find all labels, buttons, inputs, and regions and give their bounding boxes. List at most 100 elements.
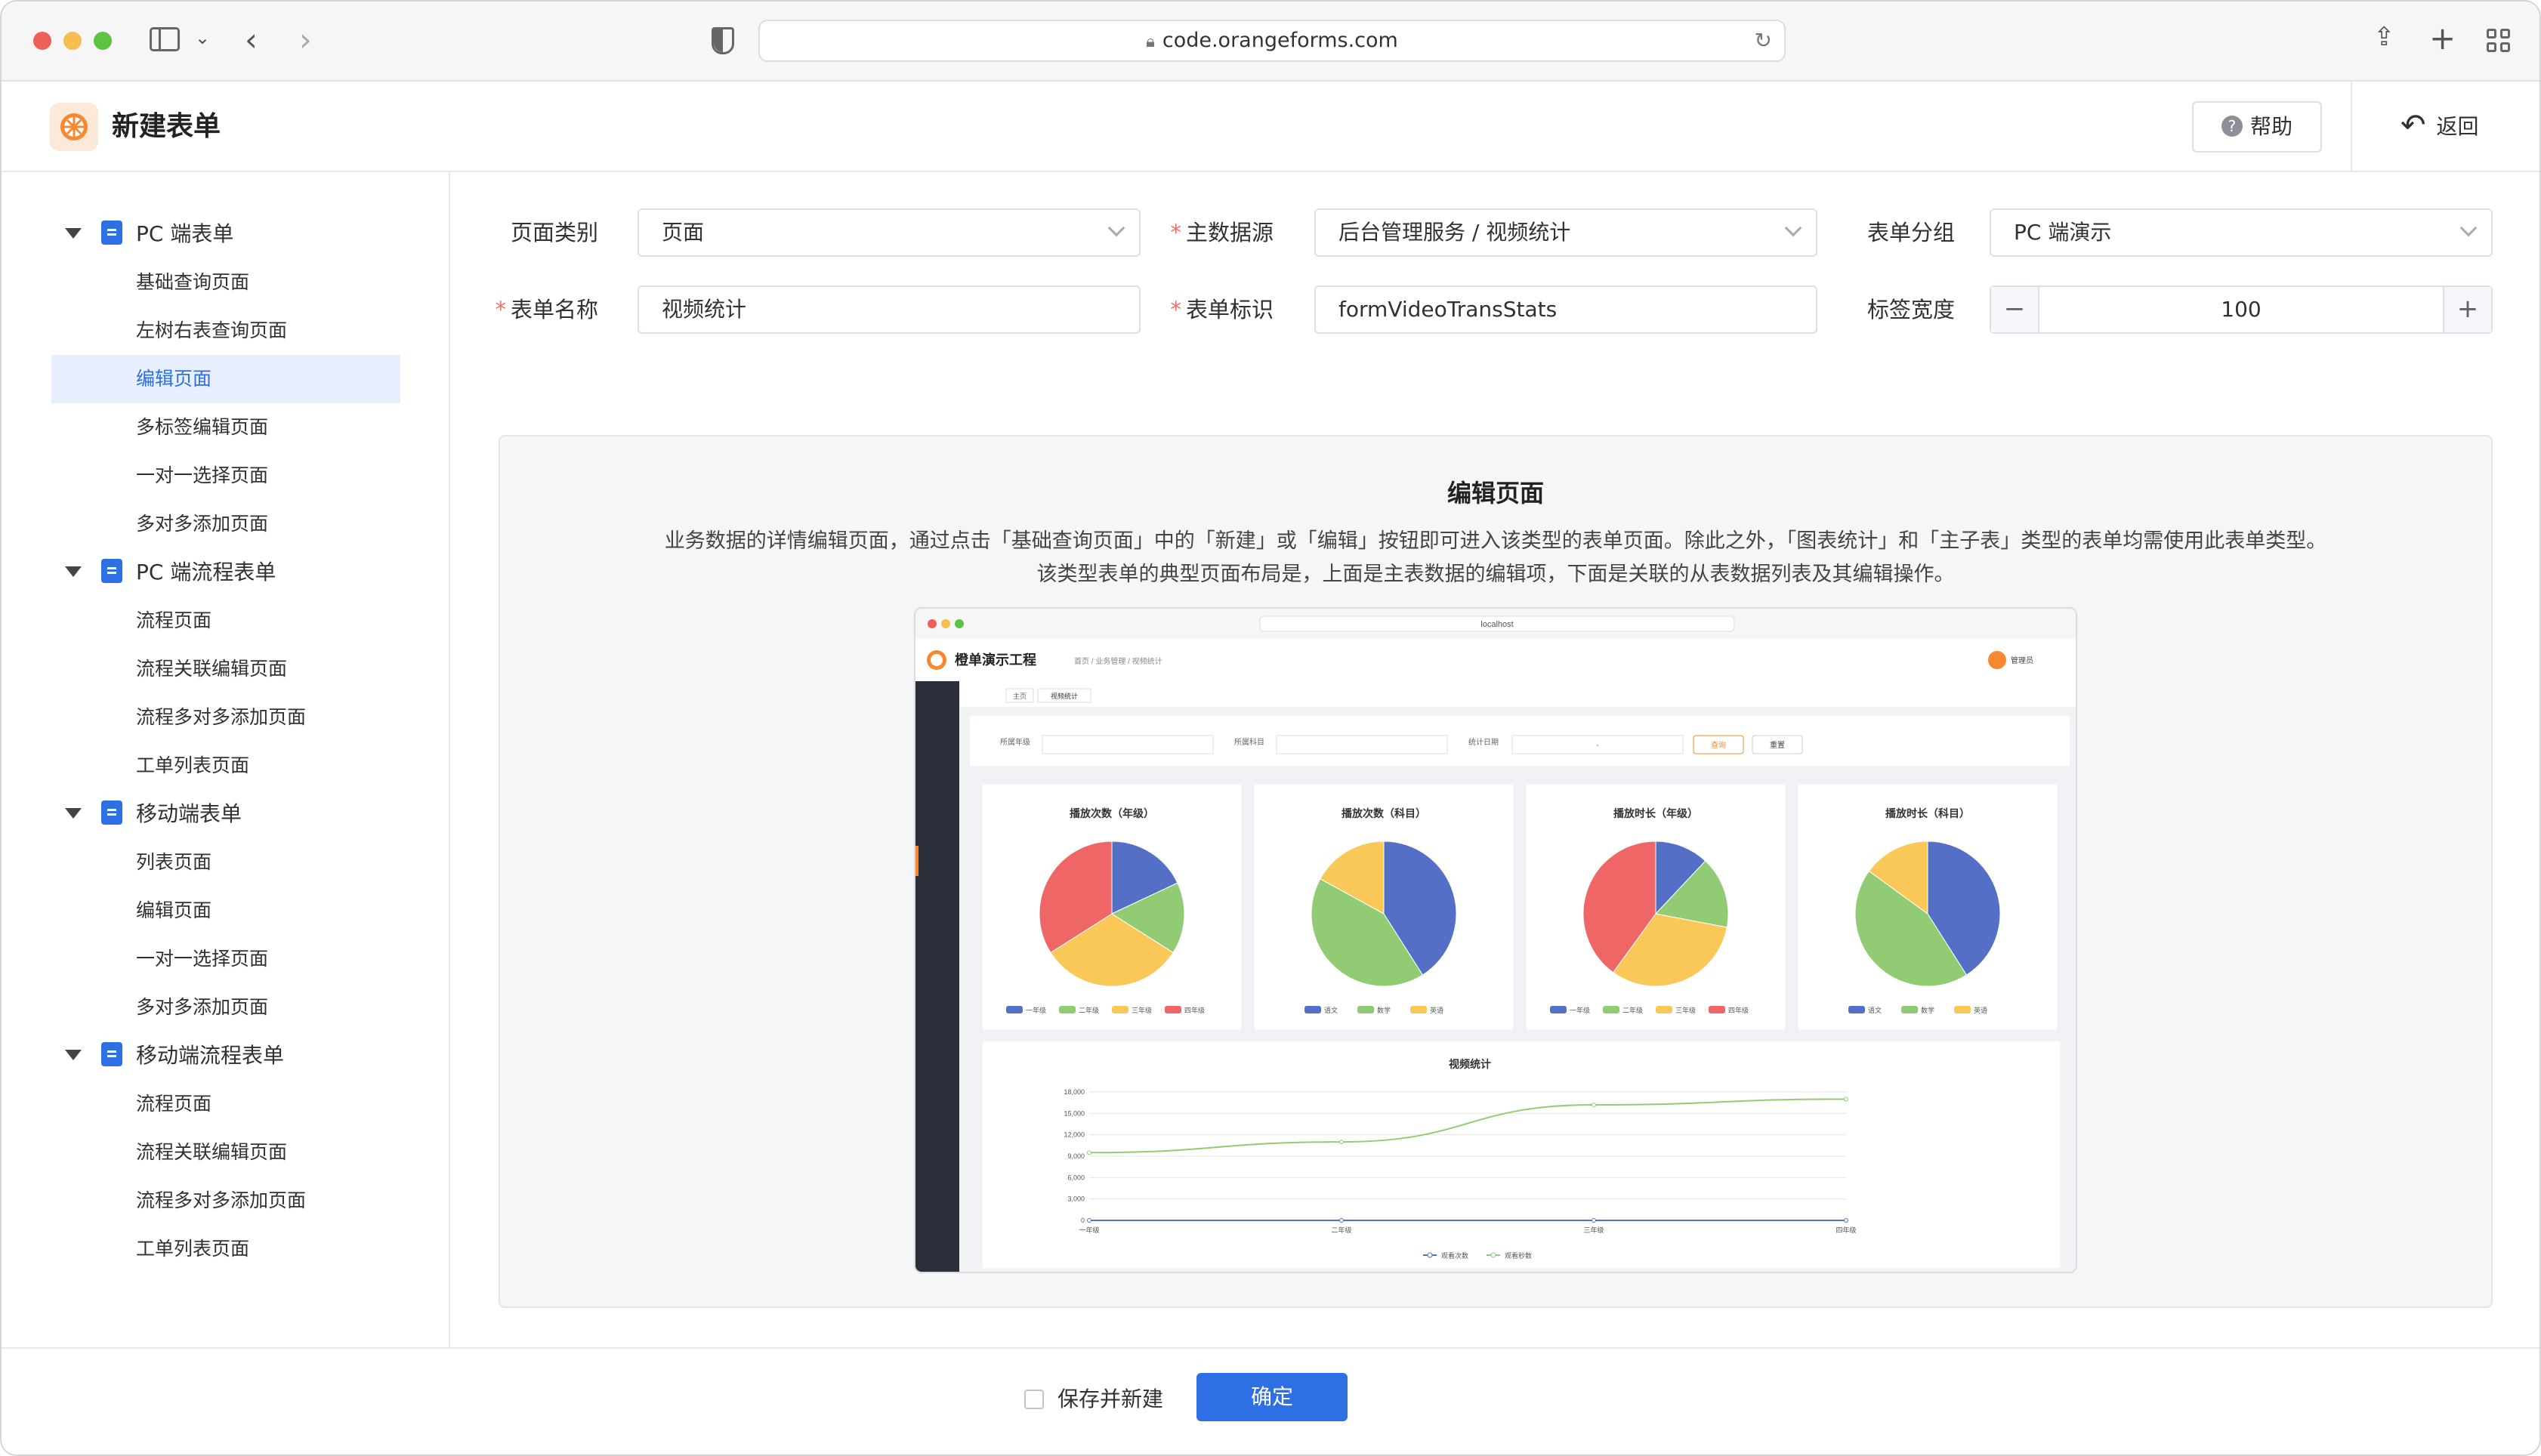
minimize-window-button[interactable] bbox=[63, 32, 82, 50]
document-icon bbox=[101, 1042, 122, 1066]
chevron-down-icon bbox=[1784, 219, 1802, 237]
mock-legend-swatch bbox=[1709, 1006, 1725, 1013]
lock-icon: 🔒︎ bbox=[1146, 32, 1155, 51]
mock-date-separator: - bbox=[1596, 742, 1598, 750]
mock-breadcrumb: 首页 / 业务管理 / 视频统计 bbox=[1074, 656, 1162, 666]
address-bar[interactable]: 🔒︎ code.orangeforms.com ↻ bbox=[758, 20, 1786, 62]
data-source-select[interactable]: 后台管理服务 / 视频统计 bbox=[1314, 208, 1817, 257]
preview-screenshot: localhost 橙单演示工程 首页 / 业务管理 / 视频统计 管理员 主页… bbox=[914, 607, 2077, 1273]
form-name-label: * 表单名称 bbox=[495, 297, 598, 322]
mock-legend-swatch bbox=[1112, 1006, 1128, 1013]
confirm-button[interactable]: 确定 bbox=[1196, 1373, 1348, 1421]
app-header: 新建表单 ? 帮助 ↶ 返回 bbox=[2, 82, 2539, 172]
mock-legend-swatch bbox=[1165, 1006, 1181, 1013]
browser-toolbar: ⌄ ‹ › 🔒︎ code.orangeforms.com ↻ ⇪ + bbox=[2, 2, 2539, 82]
shield-icon[interactable] bbox=[712, 27, 734, 54]
caret-down-icon[interactable] bbox=[65, 808, 82, 819]
save-new-checkbox[interactable] bbox=[1024, 1390, 1044, 1409]
mock-y-tick: 0 bbox=[1081, 1217, 1085, 1224]
form-type-tree: PC 端表单 基础查询页面 左树右表查询页面 编辑页面 多标签编辑页面 一对一选… bbox=[2, 172, 450, 1347]
caret-down-icon[interactable] bbox=[65, 228, 82, 239]
form-group-select[interactable]: PC 端演示 bbox=[1990, 208, 2493, 257]
tree-item[interactable]: 一对一选择页面 bbox=[51, 935, 400, 983]
tree-item[interactable]: 工单列表页面 bbox=[51, 1225, 400, 1273]
mock-legend-label: 语文 bbox=[1324, 1006, 1338, 1014]
tree-item[interactable]: 列表页面 bbox=[51, 838, 400, 887]
page-type-select[interactable]: 页面 bbox=[638, 208, 1141, 257]
tree-group-pc-form[interactable]: PC 端表单 bbox=[65, 210, 233, 258]
mock-pie-title: 播放次数（科目） bbox=[1342, 807, 1426, 819]
share-icon[interactable]: ⇪ bbox=[2373, 24, 2395, 50]
mock-legend-swatch bbox=[1848, 1006, 1865, 1013]
chevron-down-icon[interactable]: ⌄ bbox=[195, 29, 210, 47]
mock-legend-label: 观看次数 bbox=[1441, 1251, 1468, 1260]
tree-item[interactable]: 流程多对多添加页面 bbox=[51, 693, 400, 742]
mock-filter-label: 统计日期 bbox=[1468, 737, 1499, 747]
sidebar-toggle-icon[interactable] bbox=[150, 27, 180, 51]
preview-description: 该类型表单的典型页面布局是，上面是主表数据的编辑项，下面是关联的从表数据列表及其… bbox=[1036, 563, 1955, 586]
tree-group-mobile-flow[interactable]: 移动端流程表单 bbox=[65, 1032, 284, 1080]
mock-legend-label: 语文 bbox=[1868, 1006, 1882, 1014]
maximize-window-button[interactable] bbox=[94, 32, 112, 50]
mock-filter-label: 所属年级 bbox=[1000, 737, 1030, 747]
mock-legend-swatch bbox=[1656, 1006, 1672, 1013]
forward-nav-icon[interactable]: › bbox=[299, 24, 312, 56]
decrement-button[interactable]: − bbox=[1991, 287, 2039, 332]
mock-legend-swatch bbox=[1490, 1252, 1496, 1258]
tree-item[interactable]: 流程页面 bbox=[51, 597, 400, 645]
mock-y-tick: 18,000 bbox=[1064, 1088, 1085, 1096]
tree-item[interactable]: 多对多添加页面 bbox=[51, 983, 400, 1032]
tree-item[interactable]: 一对一选择页面 bbox=[51, 452, 400, 500]
caret-down-icon[interactable] bbox=[65, 566, 82, 577]
save-new-label[interactable]: 保存并新建 bbox=[1057, 1379, 1163, 1420]
mock-legend-swatch bbox=[1304, 1006, 1321, 1013]
form-group-label: 表单分组 bbox=[1866, 220, 1955, 245]
reload-icon[interactable]: ↻ bbox=[1755, 21, 1772, 60]
increment-button[interactable]: + bbox=[2443, 287, 2491, 332]
page-title: 新建表单 bbox=[112, 111, 221, 142]
mock-pie-title: 播放次数（年级） bbox=[1070, 807, 1154, 819]
mock-url: localhost bbox=[1480, 620, 1513, 629]
mock-series-point bbox=[1087, 1218, 1091, 1223]
tree-item[interactable]: 多标签编辑页面 bbox=[51, 403, 400, 452]
mock-app-title: 橙单演示工程 bbox=[955, 652, 1036, 668]
tree-item[interactable]: 左树右表查询页面 bbox=[51, 307, 400, 355]
tree-item-active[interactable]: 编辑页面 bbox=[51, 355, 400, 403]
mock-series-point bbox=[1339, 1140, 1344, 1145]
mock-y-tick: 6,000 bbox=[1067, 1174, 1085, 1181]
mock-legend-label: 英语 bbox=[1974, 1006, 1987, 1014]
tree-item[interactable]: 基础查询页面 bbox=[51, 258, 400, 307]
mock-series-point bbox=[1592, 1103, 1596, 1107]
new-tab-icon[interactable]: + bbox=[2429, 23, 2456, 54]
help-button[interactable]: ? 帮助 bbox=[2192, 101, 2322, 153]
mock-x-tick: 三年级 bbox=[1583, 1226, 1604, 1234]
tree-item[interactable]: 工单列表页面 bbox=[51, 742, 400, 790]
help-button-label: 帮助 bbox=[2249, 114, 2292, 139]
tree-item[interactable]: 流程关联编辑页面 bbox=[51, 1128, 400, 1177]
tree-item[interactable]: 编辑页面 bbox=[51, 887, 400, 935]
back-button[interactable]: ↶ 返回 bbox=[2401, 101, 2479, 153]
mock-series-point bbox=[1339, 1218, 1344, 1223]
form-id-input[interactable]: formVideoTransStats bbox=[1314, 285, 1817, 334]
url-text: code.orangeforms.com bbox=[1162, 29, 1398, 52]
tree-item[interactable]: 流程页面 bbox=[51, 1080, 400, 1128]
tree-item[interactable]: 多对多添加页面 bbox=[51, 500, 400, 548]
back-nav-icon[interactable]: ‹ bbox=[245, 24, 258, 56]
form-name-input[interactable]: 视频统计 bbox=[638, 285, 1141, 334]
mock-legend-label: 数学 bbox=[1377, 1006, 1391, 1014]
mock-series-point bbox=[1592, 1218, 1596, 1223]
tree-group-mobile-form[interactable]: 移动端表单 bbox=[65, 790, 242, 838]
form-id-label: * 表单标识 bbox=[1170, 297, 1274, 322]
tab-overview-icon[interactable] bbox=[2487, 29, 2511, 53]
close-window-button[interactable] bbox=[33, 32, 51, 50]
label-width-input[interactable]: 100 bbox=[2039, 287, 2443, 332]
mock-series-point bbox=[1844, 1097, 1848, 1102]
tree-item[interactable]: 流程关联编辑页面 bbox=[51, 645, 400, 693]
mock-legend-label: 英语 bbox=[1430, 1006, 1443, 1014]
tree-group-pc-flow[interactable]: PC 端流程表单 bbox=[65, 548, 276, 597]
help-icon: ? bbox=[2221, 116, 2243, 137]
document-icon bbox=[101, 559, 122, 583]
caret-down-icon[interactable] bbox=[65, 1050, 82, 1060]
tree-item[interactable]: 流程多对多添加页面 bbox=[51, 1177, 400, 1225]
preview-title: 编辑页面 bbox=[1446, 479, 1544, 507]
